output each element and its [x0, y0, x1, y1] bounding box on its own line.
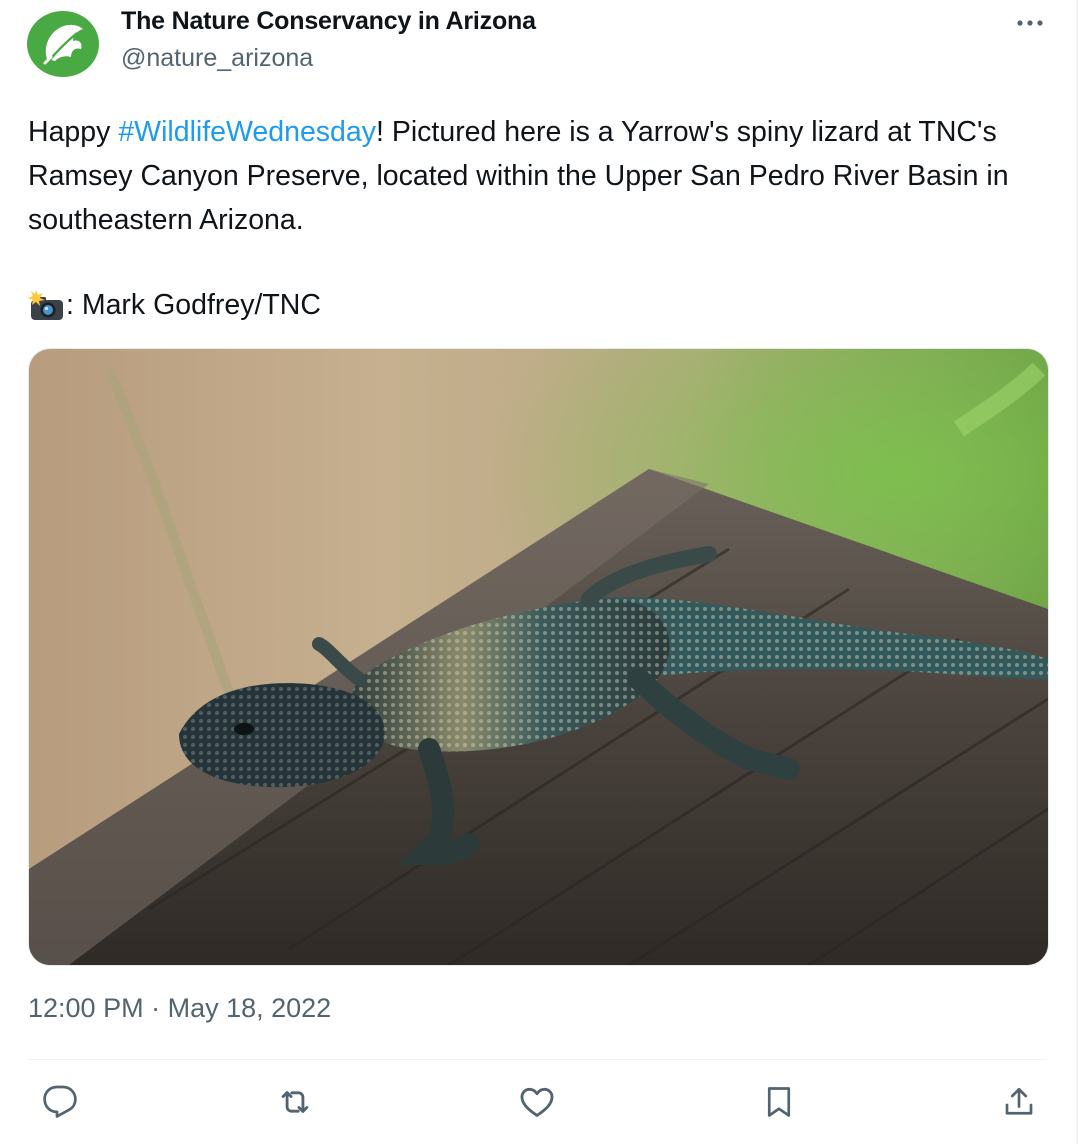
lizard-photo-image [29, 349, 1048, 965]
camera-with-flash-icon [28, 288, 66, 322]
timestamp-date: May 18, 2022 [167, 993, 332, 1023]
author-name[interactable]: The Nature Conservancy in Arizona [121, 7, 536, 36]
action-divider [28, 1059, 1047, 1060]
author-handle[interactable]: @nature_arizona [121, 44, 313, 73]
tweet-text-start: Happy [28, 116, 119, 148]
timestamp-separator: · [143, 993, 168, 1023]
like-button[interactable] [515, 1080, 559, 1124]
share-icon [1005, 1087, 1033, 1115]
like-icon [520, 1087, 554, 1117]
photo-credit: : Mark Godfrey/TNC [28, 283, 321, 327]
tweet-text: Happy #WildlifeWednesday! Pictured here … [28, 110, 1038, 242]
tnc-leaf-logo-icon [27, 11, 99, 77]
more-options-icon[interactable] [1012, 10, 1048, 36]
retweet-icon [281, 1091, 309, 1113]
bookmark-icon [767, 1087, 791, 1117]
retweet-button[interactable] [273, 1080, 317, 1124]
reply-button[interactable] [38, 1080, 82, 1124]
reply-icon [43, 1085, 77, 1118]
credit-text: : Mark Godfrey/TNC [66, 289, 321, 321]
share-button[interactable] [997, 1080, 1041, 1124]
bookmark-button[interactable] [757, 1080, 801, 1124]
timestamp-time: 12:00 PM [28, 993, 144, 1023]
hashtag-link[interactable]: #WildlifeWednesday [118, 116, 376, 148]
avatar[interactable] [27, 11, 99, 77]
tweet-timestamp[interactable]: 12:00 PM · May 18, 2022 [28, 993, 331, 1024]
tweet-photo[interactable] [28, 348, 1049, 966]
